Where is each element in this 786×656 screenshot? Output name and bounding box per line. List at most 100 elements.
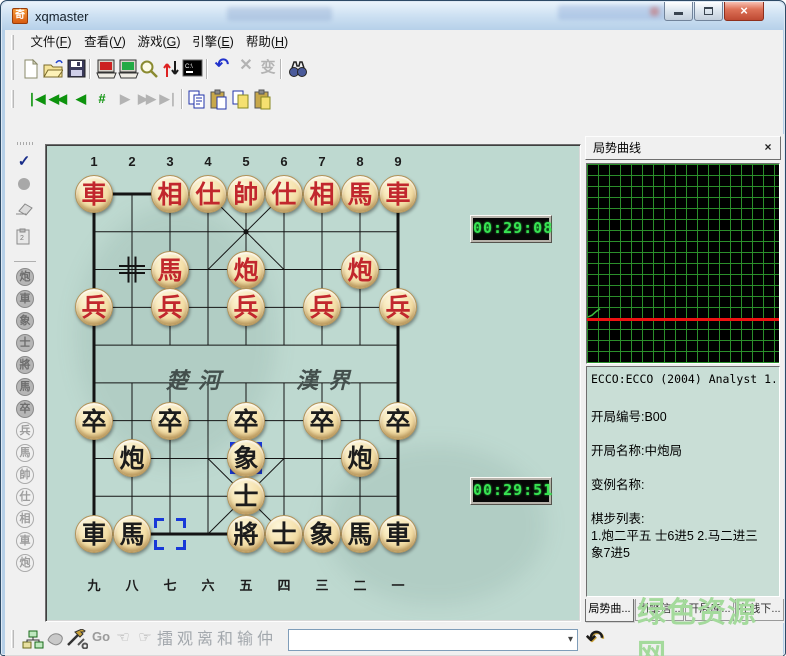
word-button-2[interactable]: 观 xyxy=(176,630,194,650)
fast-back-button[interactable]: ◀◀ xyxy=(45,88,69,112)
paste-button[interactable] xyxy=(207,87,231,111)
menu-item-V[interactable]: 查看(V) xyxy=(81,33,129,52)
curve-pane-title[interactable]: 局势曲线 × xyxy=(585,136,781,160)
go-first-button[interactable]: ❘◀ xyxy=(23,88,47,112)
toolbar-grip[interactable] xyxy=(11,90,14,108)
red-piece[interactable]: 車 xyxy=(379,175,417,213)
menu-item-H[interactable]: 帮助(H) xyxy=(243,33,291,52)
palette-piece-black[interactable]: 將 xyxy=(16,356,34,374)
takeback-button[interactable]: ↶ xyxy=(586,626,604,651)
palette-piece-black[interactable]: 炮 xyxy=(16,268,34,286)
ponder-button[interactable]: ☜ xyxy=(111,628,135,652)
red-piece[interactable]: 炮 xyxy=(227,251,265,289)
menu-item-G[interactable]: 游戏(G) xyxy=(135,33,183,52)
save-button[interactable] xyxy=(64,57,88,81)
red-piece[interactable]: 相 xyxy=(151,175,189,213)
black-piece[interactable]: 卒 xyxy=(303,402,341,440)
chevron-down-icon[interactable]: ▾ xyxy=(568,634,573,645)
word-button-4[interactable]: 和 xyxy=(216,630,234,650)
red-piece[interactable]: 相 xyxy=(303,175,341,213)
fast-forward-button[interactable]: ▶▶ xyxy=(134,88,158,112)
word-button-1[interactable]: 擂 xyxy=(156,630,174,650)
move-number-button[interactable]: # xyxy=(90,88,114,112)
tools-button[interactable] xyxy=(65,627,89,651)
palette-piece-black[interactable]: 車 xyxy=(16,290,34,308)
palette-piece-red[interactable]: 炮 xyxy=(16,554,34,572)
hint-button[interactable]: ☞ xyxy=(133,628,157,652)
black-piece[interactable]: 馬 xyxy=(113,515,151,553)
palette-piece-red[interactable]: 相 xyxy=(16,510,34,528)
palette-piece-black[interactable]: 卒 xyxy=(16,400,34,418)
back-button[interactable]: ◀ xyxy=(68,88,92,112)
red-piece[interactable]: 炮 xyxy=(341,251,379,289)
black-piece[interactable]: 象 xyxy=(303,515,341,553)
palette-piece-red[interactable]: 帥 xyxy=(16,466,34,484)
maximize-button[interactable] xyxy=(694,2,723,21)
red-piece[interactable]: 仕 xyxy=(189,175,227,213)
red-piece[interactable]: 馬 xyxy=(341,175,379,213)
close-button[interactable]: × xyxy=(724,2,764,21)
black-piece[interactable]: 卒 xyxy=(151,402,189,440)
palette-piece-black[interactable]: 馬 xyxy=(16,378,34,396)
black-piece[interactable]: 車 xyxy=(379,515,417,553)
dot-tool-button[interactable] xyxy=(14,176,34,196)
menu-item-E[interactable]: 引擎(E) xyxy=(189,33,237,52)
go-last-button[interactable]: ▶❘ xyxy=(156,88,180,112)
word-button-5[interactable]: 输 xyxy=(236,630,254,650)
copy-button[interactable] xyxy=(185,87,209,111)
go-button[interactable]: Go xyxy=(89,629,113,653)
paste-position-button[interactable]: 2 xyxy=(14,228,34,248)
annotate-check-button[interactable]: ✓ xyxy=(14,152,34,172)
network-button[interactable] xyxy=(21,628,45,652)
copy-fen-button[interactable] xyxy=(229,87,253,111)
palette-piece-red[interactable]: 馬 xyxy=(16,444,34,462)
move-combobox[interactable]: ▾ xyxy=(288,629,578,651)
zoom-button[interactable] xyxy=(137,57,161,81)
paste-fen-button[interactable] xyxy=(251,87,275,111)
black-piece[interactable]: 卒 xyxy=(75,402,113,440)
palette-piece-red[interactable]: 車 xyxy=(16,532,34,550)
black-piece[interactable]: 士 xyxy=(227,477,265,515)
find-button[interactable] xyxy=(286,57,310,81)
toolbar-grip[interactable] xyxy=(11,630,14,648)
toolbar-grip[interactable] xyxy=(17,142,33,145)
word-button-6[interactable]: 仲 xyxy=(256,630,274,650)
delete-button[interactable]: ✕ xyxy=(234,55,258,79)
palette-piece-red[interactable]: 仕 xyxy=(16,488,34,506)
hand-link-button[interactable] xyxy=(43,628,67,652)
minimize-button[interactable] xyxy=(664,2,693,21)
black-piece[interactable]: 車 xyxy=(75,515,113,553)
undo-move-button[interactable]: ↶ xyxy=(210,55,234,79)
toolbar-grip[interactable] xyxy=(11,60,14,80)
menu-item-F[interactable]: 文件(F) xyxy=(27,33,75,52)
black-piece[interactable]: 卒 xyxy=(227,402,265,440)
change-side-button[interactable]: 变 xyxy=(256,56,280,80)
palette-piece-black[interactable]: 象 xyxy=(16,312,34,330)
toolbar-grip[interactable] xyxy=(11,35,14,50)
palette-piece-red[interactable]: 兵 xyxy=(16,422,34,440)
pane-close-button[interactable]: × xyxy=(760,141,776,156)
black-piece[interactable]: 將 xyxy=(227,515,265,553)
red-piece[interactable]: 馬 xyxy=(151,251,189,289)
red-piece[interactable]: 帥 xyxy=(227,175,265,213)
title-bar[interactable]: 奇 xqmaster × xyxy=(2,2,784,30)
palette-piece-black[interactable]: 士 xyxy=(16,334,34,352)
eraser-button[interactable] xyxy=(14,202,34,222)
paste-icon xyxy=(209,89,229,111)
new-file-button[interactable] xyxy=(19,57,43,81)
red-piece[interactable]: 仕 xyxy=(265,175,303,213)
situation-chart[interactable] xyxy=(586,163,780,364)
red-piece[interactable]: 車 xyxy=(75,175,113,213)
glass-artifact xyxy=(650,7,659,16)
black-piece[interactable]: 卒 xyxy=(379,402,417,440)
black-piece[interactable]: 士 xyxy=(265,515,303,553)
black-piece[interactable]: 馬 xyxy=(341,515,379,553)
hash-label: # xyxy=(98,91,105,106)
forward-button[interactable]: ▶ xyxy=(112,88,136,112)
console-button[interactable]: C:\ xyxy=(180,57,204,81)
open-file-button[interactable] xyxy=(41,57,65,81)
word-button-3[interactable]: 离 xyxy=(196,630,214,650)
black-timer: 00:29:51 xyxy=(470,477,552,505)
engine-red-button[interactable] xyxy=(94,57,118,81)
pane-tab-active[interactable]: 局势曲... xyxy=(585,599,634,622)
